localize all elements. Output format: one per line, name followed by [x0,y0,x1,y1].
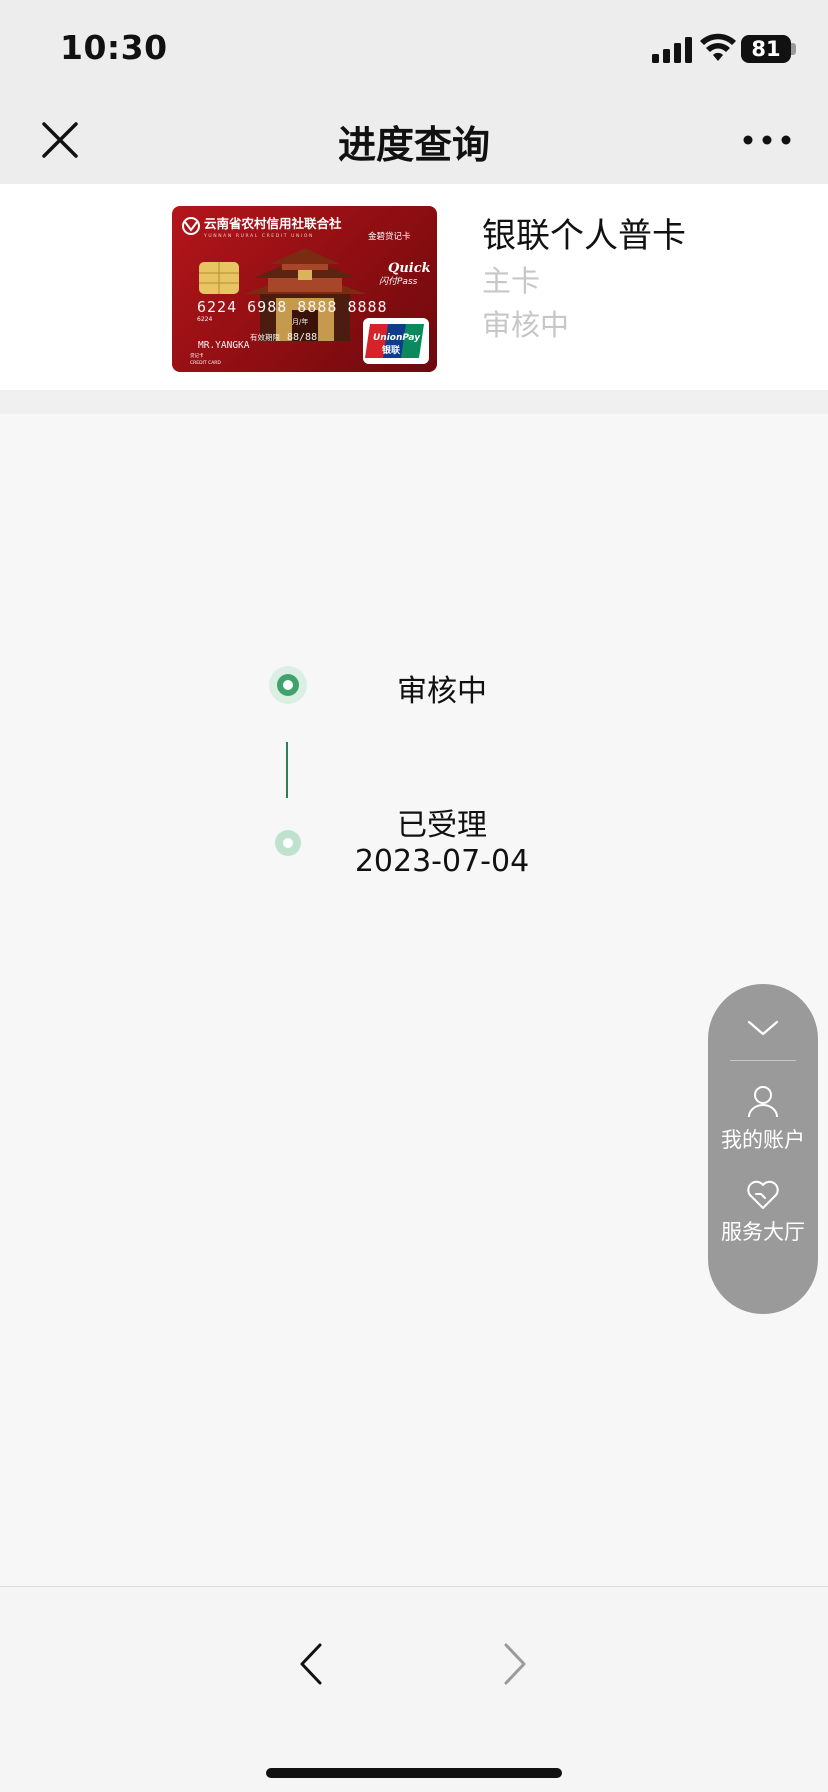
battery-tip [791,43,796,55]
forward-arrow-icon[interactable] [500,1639,530,1689]
header-divider [0,390,828,414]
floating-quick-menu: 我的账户 服务大厅 [708,984,818,1314]
heart-handshake-icon[interactable] [746,1180,780,1210]
card-kind-en: CREDIT CARD [190,360,221,366]
service-hall-button[interactable]: 服务大厅 [708,1216,818,1246]
back-arrow-icon[interactable] [296,1639,326,1689]
card-image: 云南省农村信用社联合社 YUNNAN RURAL CREDIT UNION 金碧… [172,206,437,372]
user-icon[interactable] [746,1084,780,1118]
battery-level: 81 [751,37,781,61]
page-title: 进度查询 [337,123,490,167]
more-options-icon[interactable] [740,124,794,156]
card-month-year: 月/年 [292,317,308,326]
quickpass-text: Quick [388,261,431,276]
quickpass-text-2: 闪付Pass [379,276,418,287]
menu-divider [730,1060,796,1061]
unionpay-text-cn: 银联 [382,344,401,356]
timeline-step-label: 审核中 [397,674,487,709]
timeline-step-date: 2023-07-04 [354,844,530,879]
home-indicator [266,1768,562,1778]
card-valid-label: 有效期限 [250,332,280,342]
timeline-step-label: 已受理 [397,808,487,843]
nav-bar: 进度查询 [0,96,828,184]
chevron-down-icon[interactable] [746,1018,780,1038]
bottom-navigation-bar [0,1586,828,1792]
issuer-logo-icon [182,217,200,235]
progress-query-page: 10:30 81 进度查询 云南省农村信用社联合社 YUNNAN RURAL C… [0,0,828,1792]
battery-icon: 81 [741,35,791,63]
chip-icon [199,262,239,294]
status-bar: 10:30 81 [0,0,828,96]
card-number: 6224 6988 8888 8888 [197,298,388,316]
timeline-dot-active [269,666,307,704]
card-status: 审核中 [482,308,570,342]
card-info-header: 云南省农村信用社联合社 YUNNAN RURAL CREDIT UNION 金碧… [0,184,828,390]
card-product: 金碧贷记卡 [368,231,411,242]
card-valid-thru: 88/88 [287,332,317,343]
card-number-small: 6224 [197,316,212,323]
unionpay-logo-icon: UnionPay 银联 [363,318,429,364]
cellular-signal-icon [652,37,692,63]
card-holder: MR.YANGKA [198,340,250,351]
my-account-button[interactable]: 我的账户 [708,1124,818,1154]
unionpay-text: UnionPay [373,333,421,343]
timeline-connector [286,742,288,798]
wifi-icon [700,33,736,61]
gate-building-illustration [244,248,366,341]
card-name: 银联个人普卡 [482,216,686,256]
status-time: 10:30 [60,28,168,67]
card-artwork: 云南省农村信用社联合社 YUNNAN RURAL CREDIT UNION 金碧… [182,216,431,366]
card-kind: 贷记卡 [190,352,204,359]
card-issuer-en: YUNNAN RURAL CREDIT UNION [203,233,314,239]
card-type: 主卡 [482,264,541,298]
card-issuer: 云南省农村信用社联合社 [204,216,342,231]
timeline-dot-completed [275,830,301,856]
